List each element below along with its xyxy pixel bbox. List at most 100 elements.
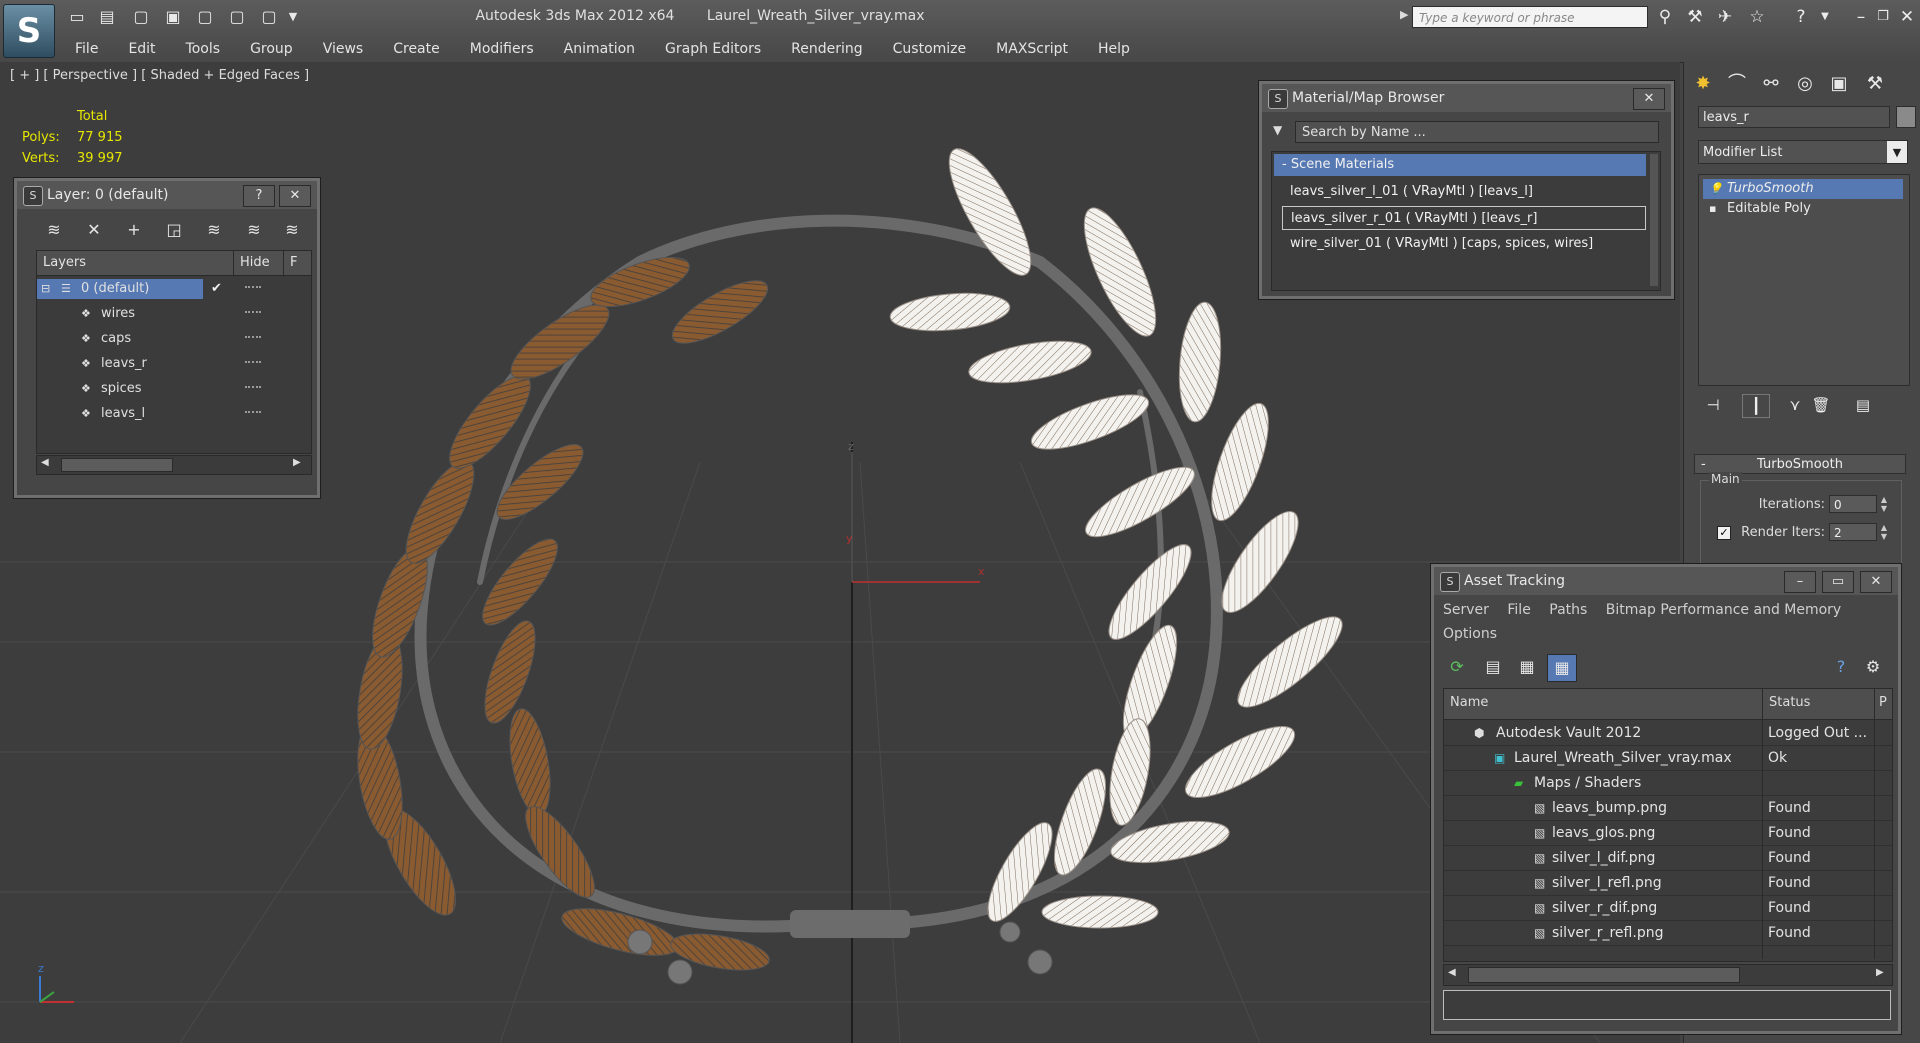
lightbulb-icon[interactable]: 💡 [1709,179,1723,199]
table-view-icon[interactable]: ▦ [1547,654,1577,682]
render-iters-spinner[interactable]: 2 [1829,523,1877,541]
layer-list[interactable]: Layers Hide F ⊟ ☰ 0 (default) ✔ ❖ wires … [36,250,312,454]
create-tab-icon[interactable]: ✸ [1688,70,1718,98]
render-iters-checkbox[interactable]: ✓ [1717,526,1731,540]
subscription-center-icon[interactable]: ⚒ [1682,6,1708,28]
refresh-icon[interactable]: ⟳ [1443,654,1471,680]
favorites-star-icon[interactable]: ☆ [1744,6,1770,28]
show-end-result-icon[interactable]: ┃ [1742,394,1770,418]
communication-center-icon[interactable]: ✈ [1712,6,1738,28]
search-input[interactable]: Type a keyword or phrase [1412,6,1648,28]
column-freeze[interactable]: F [283,251,297,275]
modifier-list-dropdown[interactable]: Modifier List ▼ [1698,140,1908,164]
menu-file[interactable]: File [1507,602,1530,618]
stack-item-editable-poly[interactable]: ▪ Editable Poly [1703,199,1903,219]
search-expand-icon[interactable]: ▶ [1400,8,1408,21]
viewport-label[interactable]: [ + ] [ Perspective ] [ Shaded + Edged F… [10,68,309,83]
spinner-arrows-icon[interactable]: ▲ ▼ [1879,495,1889,513]
column-name[interactable]: Name [1450,695,1488,710]
menu-paths[interactable]: Paths [1549,602,1587,618]
binoculars-icon[interactable]: ⚲ [1652,6,1678,28]
layer-row-caps[interactable]: ❖ caps [37,327,311,351]
iterations-spinner[interactable]: 0 [1829,495,1877,513]
hide-toggle[interactable] [245,286,261,288]
minimize-icon[interactable]: – [1784,571,1816,593]
scroll-right-icon[interactable]: ▶ [293,457,301,468]
select-objects-icon[interactable]: ◲ [160,218,188,242]
asset-row[interactable]: ▧ silver_r_refl.png Found [1444,921,1892,946]
scene-materials-group[interactable]: - Scene Materials [1274,154,1646,176]
layer-row-leavs-l[interactable]: ❖ leavs_l [37,402,311,426]
menu-group[interactable]: Group [235,38,308,60]
add-to-layer-icon[interactable]: + [120,218,148,242]
new-layer-icon[interactable]: ≋ [40,218,68,242]
modifier-stack[interactable]: 💡 TurboSmooth ▪ Editable Poly [1698,174,1910,386]
hide-toggle[interactable] [245,411,261,413]
material-map-browser-window[interactable]: S Material/Map Browser ✕ ▼ Search by Nam… [1258,80,1675,300]
rollout-header[interactable]: - TurboSmooth [1694,454,1906,474]
menu-tools[interactable]: Tools [171,38,236,60]
layer-manager-window[interactable]: S Layer: 0 (default) ? ✕ ≋ ✕ + ◲ ≋ ≋ ≋ L… [13,177,321,499]
asset-row[interactable]: ▧ leavs_bump.png Found [1444,796,1892,821]
asset-table[interactable]: Name Status P ⬢ Autodesk Vault 2012 Logg… [1443,688,1893,962]
asset-row[interactable]: ⬢ Autodesk Vault 2012 Logged Out ... [1444,721,1892,746]
column-hide[interactable]: Hide [233,251,270,275]
hide-toggle[interactable] [245,361,261,363]
menu-rendering[interactable]: Rendering [776,38,878,60]
menu-modifiers[interactable]: Modifiers [455,38,549,60]
help-icon[interactable]: ? [1788,6,1814,28]
help-dropdown-icon[interactable]: ▼ [1812,6,1838,28]
hide-toggle[interactable] [245,386,261,388]
hide-toggle[interactable] [245,336,261,338]
layer-row-wires[interactable]: ❖ wires [37,302,311,326]
menu-options[interactable]: Options [1443,626,1497,642]
tree-view-icon[interactable]: ▦ [1513,654,1541,680]
asset-row[interactable]: ▧ silver_r_dif.png Found [1444,896,1892,921]
menu-maxscript[interactable]: MAXScript [981,38,1083,60]
scroll-thumb[interactable] [1468,967,1740,983]
menu-bitmap-performance[interactable]: Bitmap Performance and Memory [1606,602,1841,618]
stack-item-turbosmooth[interactable]: 💡 TurboSmooth [1703,179,1903,199]
asset-row[interactable]: ▧ silver_l_refl.png Found [1444,871,1892,896]
help-button[interactable]: ? [243,185,275,207]
layer-window-titlebar[interactable]: S Layer: 0 (default) ? ✕ [17,181,317,209]
scroll-thumb[interactable] [61,458,173,472]
scroll-right-icon[interactable]: ▶ [1876,967,1884,978]
motion-tab-icon[interactable]: ◎ [1790,70,1820,98]
menu-server[interactable]: Server [1443,602,1489,618]
freeze-all-icon[interactable]: ≋ [278,218,306,242]
pin-stack-icon[interactable]: ⊣ [1700,394,1726,416]
close-window-icon[interactable]: ✕ [1894,6,1920,28]
scroll-left-icon[interactable]: ◀ [1448,967,1456,978]
list-view-icon[interactable]: ▤ [1479,654,1507,680]
restore-window-icon[interactable]: ❐ [1870,6,1896,28]
asset-tracking-window[interactable]: S Asset Tracking – ▭ ✕ Server File Paths… [1430,563,1902,1035]
hierarchy-tab-icon[interactable]: ⚯ [1756,70,1786,98]
spinner-arrows-icon[interactable]: ▲ ▼ [1879,523,1889,541]
expand-plus-icon[interactable]: ▪ [1709,199,1716,219]
remove-modifier-icon[interactable]: 🗑 [1808,394,1834,416]
column-status[interactable]: Status [1762,689,1810,719]
material-list[interactable]: - Scene Materials leavs_silver_l_01 ( VR… [1271,151,1661,291]
options-icon[interactable]: ⚙ [1859,654,1887,680]
close-icon[interactable]: ✕ [1633,88,1665,110]
menu-edit[interactable]: Edit [113,38,170,60]
material-item[interactable]: leavs_silver_l_01 ( VRayMtl ) [leavs_l] [1282,180,1646,204]
configure-modifier-sets-icon[interactable]: ▤ [1850,394,1876,416]
close-icon[interactable]: ✕ [1860,571,1892,593]
scroll-left-icon[interactable]: ◀ [41,457,49,468]
chevron-down-icon[interactable]: ▼ [1887,141,1907,163]
highlight-selected-icon[interactable]: ≋ [200,218,228,242]
make-unique-icon[interactable]: ⋎ [1782,394,1808,416]
browser-options-icon[interactable]: ▼ [1273,123,1282,137]
hide-all-icon[interactable]: ≋ [240,218,268,242]
display-tab-icon[interactable]: ▣ [1824,70,1854,98]
menu-file[interactable]: File [60,38,113,60]
modify-tab-icon[interactable]: ⌒ [1722,70,1752,98]
menu-customize[interactable]: Customize [878,38,982,60]
vertical-scrollbar[interactable] [1650,154,1658,286]
menu-views[interactable]: Views [308,38,379,60]
asset-tracking-titlebar[interactable]: S Asset Tracking – ▭ ✕ [1434,567,1898,595]
object-name-field[interactable]: leavs_r [1698,106,1890,128]
current-layer-checkmark[interactable]: ✔ [211,277,222,301]
